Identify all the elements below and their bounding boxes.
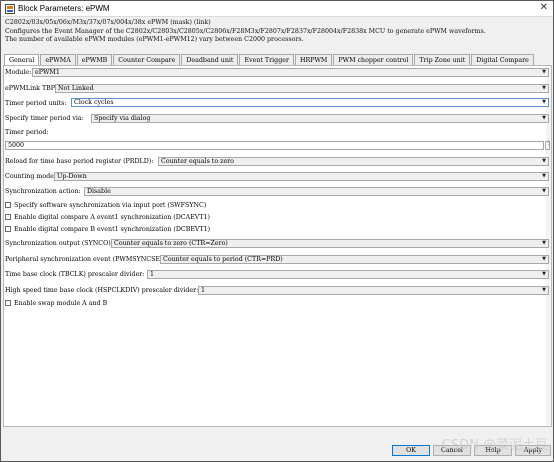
mask-subtitle: C2802x/03x/05x/06x/M3x/37x/07x/004x/38x … (5, 19, 211, 26)
tab-deadband-unit[interactable]: Deadband unit (181, 54, 239, 65)
more-options-icon[interactable]: ⋮ (545, 141, 551, 150)
tbclk-label: Time base clock (TBCLK) prescaler divide… (5, 271, 145, 278)
tab-bar: General ePWMA ePWMB Counter Compare Dead… (4, 54, 535, 65)
description-line-2: The number of available ePWM modules (eP… (5, 36, 304, 44)
timer-units-dropdown[interactable]: Clock cycles ▼ (71, 98, 549, 107)
dcbevt1-label: Enable digital compare B event1 synchron… (14, 226, 211, 233)
epwmlink-dropdown[interactable]: Not Linked ▼ (55, 84, 549, 93)
chevron-down-icon: ▼ (542, 271, 546, 277)
chevron-down-icon: ▼ (542, 158, 546, 164)
dialog-window: Block Parameters: ePWM ✕ C2802x/03x/05x/… (0, 0, 554, 462)
counting-mode-label: Counting mode: (5, 173, 56, 180)
close-icon[interactable]: ✕ (540, 2, 548, 13)
chevron-down-icon: ▼ (542, 240, 546, 246)
watermark-text: CSDN @菜泥土豆 (441, 438, 548, 453)
timer-units-value: Clock cycles (74, 99, 114, 106)
reload-value: Counter equals to zero (161, 158, 234, 165)
sync-output-label: Synchronization output (SYNCO): (5, 240, 113, 247)
specify-timer-dropdown[interactable]: Specify via dialog ▼ (91, 114, 549, 123)
tab-pwm-chopper-control[interactable]: PWM chopper control (333, 54, 414, 65)
block-description: C2802x/03x/05x/06x/M3x/37x/07x/004x/38x … (5, 19, 551, 44)
counting-mode-value: Up-Down (57, 173, 87, 180)
ok-button[interactable]: OK (392, 445, 430, 456)
sync-action-dropdown[interactable]: Disable ▼ (84, 187, 549, 196)
timer-period-value: 5000 (8, 142, 25, 149)
module-label: Module: (5, 69, 32, 76)
sync-action-label: Synchronization action: (5, 188, 81, 195)
hspclkdiv-value: 1 (201, 287, 206, 294)
tab-trip-zone-unit[interactable]: Trip Zone unit (414, 54, 471, 65)
timer-units-label: Timer period units: (5, 100, 67, 107)
dcaevt1-label: Enable digital compare A event1 synchron… (14, 214, 210, 221)
dcbevt1-checkbox[interactable] (5, 226, 11, 232)
chevron-down-icon: ▼ (542, 69, 546, 75)
chevron-down-icon: ▼ (542, 256, 546, 262)
timer-period-label: Timer period: (5, 129, 49, 136)
chevron-down-icon: ▼ (542, 173, 546, 179)
tab-event-trigger[interactable]: Event Trigger (239, 54, 294, 65)
swfsync-checkbox[interactable] (5, 202, 11, 208)
description-line-1: Configures the Event Manager of the C280… (5, 28, 486, 35)
specify-timer-value: Specify via dialog (94, 115, 151, 122)
peripheral-sync-label: Peripheral synchronization event (PWMSYN… (5, 256, 169, 263)
chevron-down-icon: ▼ (542, 115, 546, 121)
swfsync-label: Specify software synchronization via inp… (14, 202, 207, 209)
chevron-down-icon: ▼ (542, 99, 546, 105)
swap-checkbox[interactable] (5, 300, 11, 306)
tbclk-dropdown[interactable]: 1 ▼ (147, 270, 549, 279)
peripheral-sync-dropdown[interactable]: Counter equals to period (CTR=PRD) ▼ (160, 255, 549, 264)
sync-action-value: Disable (87, 188, 111, 195)
peripheral-sync-value: Counter equals to period (CTR=PRD) (163, 256, 283, 263)
chevron-down-icon: ▼ (542, 188, 546, 194)
tbclk-value: 1 (150, 271, 155, 278)
module-value: ePWM1 (35, 69, 60, 76)
hspclkdiv-label: High speed time base clock (HSPCLKDIV) p… (5, 287, 199, 294)
epwmlink-value: Not Linked (58, 85, 94, 92)
tab-epwma[interactable]: ePWMA (40, 54, 76, 65)
chevron-down-icon: ▼ (542, 287, 546, 293)
dcaevt1-checkbox[interactable] (5, 214, 11, 220)
reload-dropdown[interactable]: Counter equals to zero ▼ (158, 157, 549, 166)
title-bar: Block Parameters: ePWM ✕ (1, 1, 553, 17)
sync-output-dropdown[interactable]: Counter equals to zero (CTR=Zero) ▼ (111, 239, 549, 248)
simulink-block-icon (5, 4, 15, 14)
timer-period-input[interactable]: 5000 (5, 141, 544, 150)
swap-label: Enable swap module A and B (14, 300, 108, 307)
hspclkdiv-dropdown[interactable]: 1 ▼ (198, 286, 549, 295)
tab-epwmb[interactable]: ePWMB (76, 54, 113, 65)
window-title: Block Parameters: ePWM (18, 4, 110, 13)
counting-mode-dropdown[interactable]: Up-Down ▼ (54, 172, 549, 181)
module-dropdown[interactable]: ePWM1 ▼ (32, 68, 549, 77)
reload-label: Reload for time base period register (PR… (5, 158, 154, 165)
tab-general[interactable]: General (4, 54, 40, 65)
chevron-down-icon: ▼ (542, 85, 546, 91)
sync-output-value: Counter equals to zero (CTR=Zero) (114, 240, 228, 247)
tab-hrpwm[interactable]: HRPWM (294, 54, 333, 65)
tab-digital-compare[interactable]: Digital Compare (471, 54, 534, 65)
tab-counter-compare[interactable]: Counter Compare (113, 54, 181, 65)
specify-timer-label: Specify timer period via: (5, 115, 84, 122)
